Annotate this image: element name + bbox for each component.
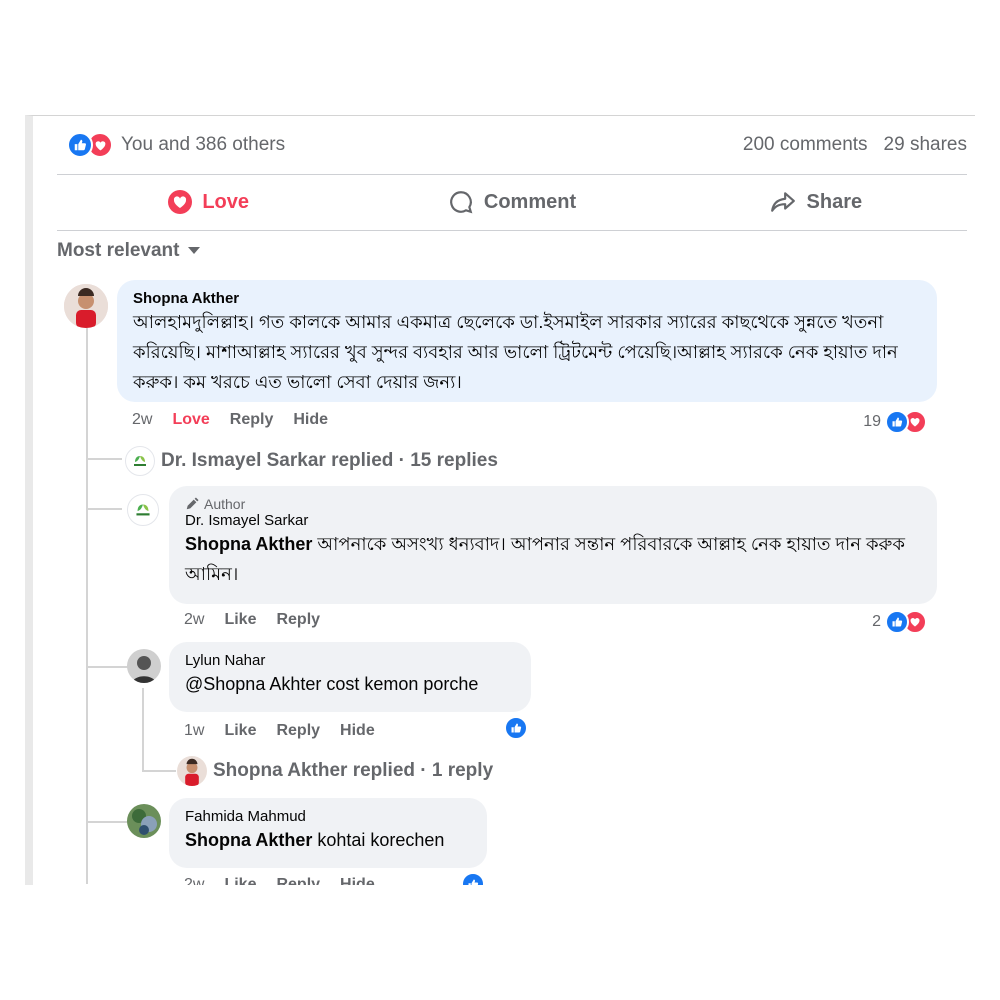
shares-count[interactable]: 29 shares [884, 134, 967, 156]
reply-author[interactable]: Lylun Nahar [185, 652, 515, 669]
reaction-count[interactable]: 19 [863, 410, 927, 434]
love-label: Love [202, 190, 249, 213]
thread-line [86, 324, 88, 884]
hide-link[interactable]: Hide [340, 876, 375, 885]
comment-meta: 2w Love Reply Hide [132, 411, 328, 429]
comment-author[interactable]: Shopna Akther [133, 290, 921, 307]
like-link[interactable]: Like [224, 722, 256, 740]
reaction-count[interactable]: 2 [872, 610, 927, 634]
reactions-text: You and 386 others [121, 134, 286, 155]
reaction-count[interactable] [504, 716, 528, 740]
reply-time[interactable]: 2w [184, 876, 204, 885]
avatar [177, 756, 207, 786]
action-bar: Love Comment Share [57, 174, 967, 230]
avatar[interactable] [127, 494, 159, 526]
reply-author[interactable]: Dr. Ismayel Sarkar [185, 512, 921, 529]
reactions-summary[interactable]: You and 386 others [67, 132, 285, 158]
thread-line [142, 688, 144, 770]
avatar[interactable] [127, 649, 161, 683]
reply-link[interactable]: Reply [230, 411, 274, 429]
reaction-count-number: 2 [872, 613, 881, 630]
share-button[interactable]: Share [664, 174, 967, 230]
like-reaction-icon [885, 410, 909, 434]
reply-author[interactable]: Fahmida Mahmud [185, 808, 471, 825]
caret-down-icon [188, 247, 201, 254]
comments-count[interactable]: 200 comments [743, 134, 868, 156]
reply-meta: 2w Like Reply [184, 611, 320, 629]
comment-bubble-icon [449, 191, 473, 214]
author-badge: Author [185, 496, 921, 512]
reply-link[interactable]: Reply [276, 876, 320, 885]
author-pen-icon [186, 497, 199, 510]
sort-label: Most relevant [57, 240, 180, 261]
avatar[interactable] [127, 804, 161, 838]
author-badge-label: Author [204, 496, 246, 512]
reply-bubble: Fahmida Mahmud Shopna Akther kohtai kore… [169, 798, 487, 868]
like-reaction-icon [67, 132, 93, 158]
replies-summary[interactable]: Shopna Akther replied · 1 reply [177, 756, 493, 786]
reply-text: @Shopna Akhter cost kemon porche [185, 674, 479, 694]
mention[interactable]: Shopna Akther [185, 830, 312, 850]
divider [57, 230, 967, 231]
comments-panel: You and 386 others 200 comments 29 share… [25, 115, 975, 885]
comment-label: Comment [483, 190, 577, 213]
reply-text: Shopna Akther kohtai korechen [185, 825, 471, 855]
share-arrow-icon [770, 192, 795, 212]
hide-link[interactable]: Hide [293, 411, 328, 429]
replies-summary[interactable]: Dr. Ismayel Sarkar replied · 15 replies [125, 446, 498, 476]
reply-bubble: Lylun Nahar @Shopna Akhter cost kemon po… [169, 642, 531, 712]
thread-connector [142, 770, 176, 772]
love-button[interactable]: Love [57, 174, 360, 230]
reply-link[interactable]: Reply [276, 611, 320, 629]
reply-bubble: Author Dr. Ismayel Sarkar Shopna Akther … [169, 486, 937, 604]
comment-time[interactable]: 2w [132, 411, 152, 429]
share-label: Share [806, 190, 863, 213]
comment-button[interactable]: Comment [360, 174, 663, 230]
reply-meta: 2w Like Reply Hide [184, 876, 375, 885]
mention[interactable]: Shopna Akther [185, 534, 312, 554]
replies-summary-text: Dr. Ismayel Sarkar replied · 15 replies [161, 450, 498, 471]
like-reaction-icon [504, 716, 528, 740]
reply-text-body: kohtai korechen [312, 830, 445, 850]
comment-bubble: Shopna Akther আলহামদুলিল্লাহ। গত কালকে আ… [117, 280, 937, 402]
reply-time[interactable]: 2w [184, 611, 204, 629]
sort-dropdown[interactable]: Most relevant [57, 240, 201, 262]
like-reaction-icon [461, 872, 485, 885]
avatar [125, 446, 155, 476]
reaction-count-number: 19 [863, 413, 881, 430]
heart-icon [168, 190, 193, 214]
reply-link[interactable]: Reply [276, 722, 320, 740]
post-counts: 200 comments 29 shares [743, 134, 967, 156]
like-link[interactable]: Like [224, 876, 256, 885]
reaction-count[interactable] [461, 872, 485, 885]
like-reaction-icon [885, 610, 909, 634]
like-link[interactable]: Like [224, 611, 256, 629]
love-link[interactable]: Love [172, 411, 209, 429]
hide-link[interactable]: Hide [340, 722, 375, 740]
reply-text: Shopna Akther আপনাকে অসংখ্য ধন্যবাদ। আপন… [185, 529, 921, 589]
thread-connector [86, 458, 122, 460]
thread-connector [86, 508, 122, 510]
reply-time[interactable]: 1w [184, 722, 204, 740]
reply-meta: 1w Like Reply Hide [184, 722, 375, 740]
comment-text: আলহামদুলিল্লাহ। গত কালকে আমার একমাত্র ছে… [133, 312, 898, 392]
avatar[interactable] [64, 284, 108, 328]
reaction-icons [67, 132, 113, 158]
replies-summary-text: Shopna Akther replied · 1 reply [213, 760, 494, 781]
